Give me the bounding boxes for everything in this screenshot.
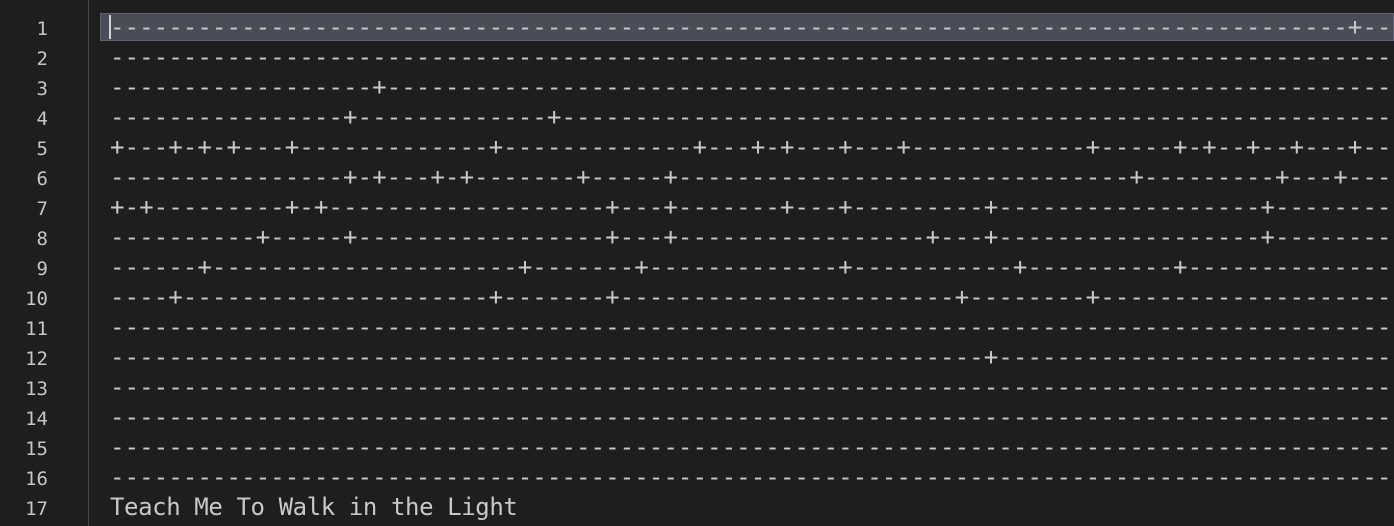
- code-line[interactable]: ----------------+-+---+-+-------+-----+-…: [110, 162, 1391, 192]
- line-number: 6: [36, 168, 48, 190]
- line-number: 7: [36, 198, 48, 220]
- code-line[interactable]: ----------------------------------------…: [110, 402, 1391, 432]
- line-number: 1: [36, 18, 48, 40]
- code-line[interactable]: ----------------------------------------…: [110, 462, 1391, 492]
- code-line[interactable]: ----------------------------------------…: [110, 342, 1391, 372]
- line-number: 13: [25, 378, 48, 400]
- line-number: 10: [25, 288, 48, 310]
- line-number: 15: [25, 438, 48, 460]
- code-line[interactable]: +-+---------+-+-------------------+---+-…: [110, 192, 1391, 222]
- code-line[interactable]: ----+---------------------+-------+-----…: [110, 282, 1391, 312]
- line-number: 9: [36, 258, 48, 280]
- line-number: 12: [25, 348, 48, 370]
- line-number: 8: [36, 228, 48, 250]
- line-number: 2: [36, 48, 48, 70]
- line-number: 11: [25, 318, 48, 340]
- code-line[interactable]: ------------------+---------------------…: [110, 72, 1394, 102]
- text-editor[interactable]: 1 2 3 4 5 6 7 8 9 10 11 12 13 14 15 16 1…: [0, 0, 1394, 526]
- line-number: 3: [36, 78, 48, 100]
- code-line[interactable]: ----------------------------------------…: [110, 12, 1391, 42]
- code-line[interactable]: ----------------------------------------…: [110, 312, 1391, 342]
- line-number: 16: [25, 468, 48, 490]
- code-line[interactable]: ----------+-----+-----------------+---+-…: [110, 222, 1391, 252]
- code-line[interactable]: Teach Me To Walk in the Light: [110, 492, 518, 522]
- code-line[interactable]: ----------------------------------------…: [110, 42, 1391, 72]
- code-area[interactable]: ----------------------------------------…: [90, 0, 1394, 526]
- line-number: 17: [25, 498, 48, 520]
- line-number: 5: [36, 138, 48, 160]
- code-line[interactable]: +---+-+-+---+-------------+-------------…: [110, 132, 1391, 162]
- code-line[interactable]: ----------------------------------------…: [110, 372, 1391, 402]
- line-number-gutter: 1 2 3 4 5 6 7 8 9 10 11 12 13 14 15 16 1…: [0, 0, 89, 526]
- line-number: 4: [36, 108, 48, 130]
- code-line[interactable]: ----------------------------------------…: [110, 432, 1391, 462]
- code-line[interactable]: ----------------+-------------+---------…: [110, 102, 1391, 132]
- line-number: 14: [25, 408, 48, 430]
- code-line[interactable]: ------+---------------------+-------+---…: [110, 252, 1391, 282]
- text-cursor: [109, 15, 111, 39]
